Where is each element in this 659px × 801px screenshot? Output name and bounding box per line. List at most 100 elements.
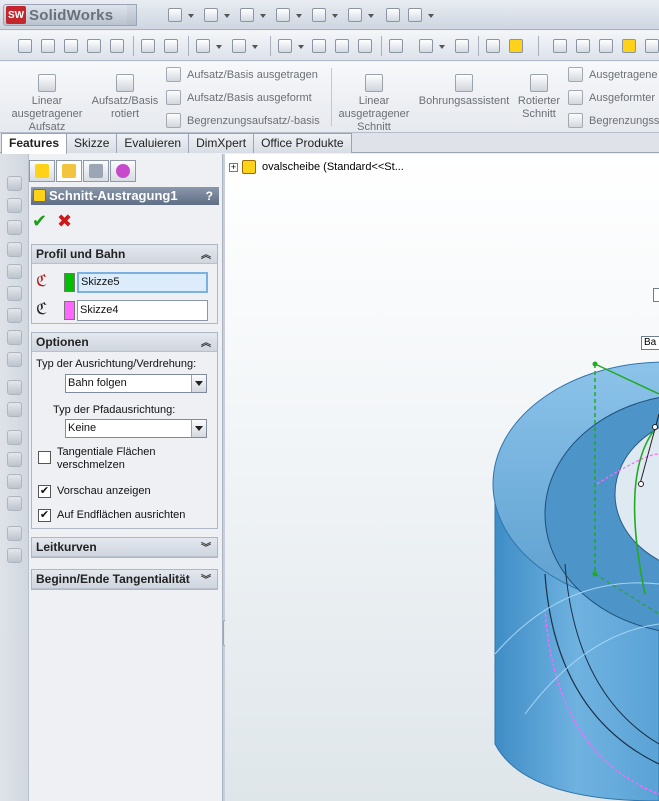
ok-button[interactable]: ✔ xyxy=(32,212,47,230)
tab-dimxpert[interactable]: DimXpert xyxy=(188,133,255,153)
loft-shortcut-icon[interactable] xyxy=(7,242,22,257)
guide-curves-group[interactable]: Leitkurven ︾ xyxy=(31,537,218,558)
properties-icon[interactable] xyxy=(87,39,101,53)
sketch-icon[interactable] xyxy=(335,39,349,53)
select-dropdown-icon[interactable] xyxy=(368,14,374,18)
grid-icon[interactable] xyxy=(645,39,659,53)
expand-chevron-icon[interactable]: ︾ xyxy=(201,571,211,590)
profile-path-group-header[interactable]: Profil und Bahn ︽ xyxy=(32,245,217,264)
options-group-header[interactable]: Optionen ︽ xyxy=(32,333,217,352)
new-dropdown-icon[interactable] xyxy=(188,14,194,18)
guide-curves-group-header[interactable]: Leitkurven ︾ xyxy=(32,538,217,557)
make-drawing-icon[interactable] xyxy=(110,39,124,53)
graphics-area[interactable]: + ovalscheibe (Standard<<St... Ba xyxy=(225,154,659,801)
select-icon[interactable] xyxy=(348,8,362,22)
rib-shortcut-icon[interactable] xyxy=(7,352,22,367)
dimxpert-manager-tab[interactable] xyxy=(110,160,136,182)
rebuild-icon[interactable] xyxy=(386,8,400,22)
revolve-shortcut-icon[interactable] xyxy=(7,198,22,213)
open-file-icon[interactable] xyxy=(41,39,55,53)
chevron-down-icon[interactable] xyxy=(191,375,206,392)
lock-icon[interactable] xyxy=(622,39,636,53)
menu-expand-arrow[interactable] xyxy=(127,4,137,26)
redo-dropdown-icon[interactable] xyxy=(252,45,258,49)
orientation-select[interactable]: Bahn folgen xyxy=(65,374,207,393)
swept-boss-button[interactable]: Aufsatz/Basis ausgetragen xyxy=(166,67,318,82)
reference-geometry-icon[interactable] xyxy=(419,39,433,53)
macro-icon[interactable] xyxy=(553,39,567,53)
filter-icon[interactable] xyxy=(312,39,326,53)
tab-office-products[interactable]: Office Produkte xyxy=(253,133,352,153)
sweep-shortcut-icon[interactable] xyxy=(7,220,22,235)
list-icon[interactable] xyxy=(486,39,500,53)
help-button[interactable]: ? xyxy=(206,187,213,205)
save-dropdown-icon[interactable] xyxy=(260,14,266,18)
redo-icon[interactable] xyxy=(232,39,246,53)
pointer-dropdown-icon[interactable] xyxy=(298,45,304,49)
new-icon[interactable] xyxy=(18,39,32,53)
print-icon[interactable] xyxy=(276,8,290,22)
toolbox-icon[interactable] xyxy=(576,39,590,53)
profile-field[interactable]: Skizze5 xyxy=(77,272,208,293)
draft-shortcut-icon[interactable] xyxy=(7,402,22,417)
merge-tangent-faces-checkbox[interactable] xyxy=(38,451,51,464)
rebuild-toolbar-icon[interactable] xyxy=(358,39,372,53)
wrap-shortcut-icon[interactable] xyxy=(7,496,22,511)
print-preview-icon[interactable] xyxy=(164,39,178,53)
tab-evaluate[interactable]: Evaluieren xyxy=(116,133,190,153)
mirror-shortcut-icon[interactable] xyxy=(7,452,22,467)
print-file-icon[interactable] xyxy=(141,39,155,53)
chevron-down-icon[interactable] xyxy=(191,420,206,437)
property-manager-tab[interactable] xyxy=(56,160,82,182)
undo-dropdown-icon[interactable] xyxy=(332,14,338,18)
shell-shortcut-icon[interactable] xyxy=(7,380,22,395)
print-dropdown-icon[interactable] xyxy=(296,14,302,18)
show-preview-checkbox[interactable]: ✔ xyxy=(38,485,51,498)
fillet-shortcut-icon[interactable] xyxy=(7,308,22,323)
measure-icon[interactable] xyxy=(389,39,403,53)
open-dropdown-icon[interactable] xyxy=(224,14,230,18)
chamfer-shortcut-icon[interactable] xyxy=(7,330,22,345)
solidworks-logo[interactable]: SW SolidWorks xyxy=(3,4,131,26)
lofted-cut-button[interactable]: Ausgeformter xyxy=(568,90,655,105)
align-with-end-faces-checkbox[interactable]: ✔ xyxy=(38,509,51,522)
revolved-boss-button[interactable]: Aufsatz/Basis rotiert xyxy=(88,74,162,121)
start-end-tangency-group-header[interactable]: Beginn/Ende Tangentialität ︾ xyxy=(32,570,217,589)
lofted-boss-button[interactable]: Aufsatz/Basis ausgeformt xyxy=(166,90,312,105)
undo-toolbar-dropdown-icon[interactable] xyxy=(216,45,222,49)
boundary-cut-button[interactable]: Begrenzungss xyxy=(568,113,659,128)
path-field[interactable]: Skizze4 xyxy=(77,300,208,321)
options-dropdown-icon[interactable] xyxy=(428,14,434,18)
save-file-icon[interactable] xyxy=(64,39,78,53)
cancel-button[interactable]: ✖ xyxy=(57,212,72,230)
path-alignment-select[interactable]: Keine xyxy=(65,419,207,438)
options-icon[interactable] xyxy=(408,8,422,22)
extrude-shortcut-icon[interactable] xyxy=(7,176,22,191)
curve-shortcut-icon[interactable] xyxy=(7,548,22,563)
start-end-tangency-group[interactable]: Beginn/Ende Tangentialität ︾ xyxy=(31,569,218,590)
tab-features[interactable]: Features xyxy=(1,133,68,154)
collapse-chevron-icon[interactable]: ︽ xyxy=(201,246,211,265)
model-viewport[interactable] xyxy=(225,154,659,801)
design-library-icon[interactable] xyxy=(599,39,613,53)
help-icon[interactable] xyxy=(509,39,523,53)
pattern-shortcut-icon[interactable] xyxy=(7,430,22,445)
save-icon[interactable] xyxy=(240,8,254,22)
tab-sketch[interactable]: Skizze xyxy=(66,133,118,153)
undo-toolbar-icon[interactable] xyxy=(196,39,210,53)
new-document-icon[interactable] xyxy=(168,8,182,22)
feature-manager-tab[interactable] xyxy=(29,160,55,182)
undo-icon[interactable] xyxy=(312,8,326,22)
open-icon[interactable] xyxy=(204,8,218,22)
boundary-shortcut-icon[interactable] xyxy=(7,264,22,279)
hole-wizard-button[interactable]: Bohrungsassistent xyxy=(416,74,512,108)
linear-extruded-boss-button[interactable]: Linear ausgetragener Aufsatz xyxy=(8,74,86,134)
pointer-icon[interactable] xyxy=(278,39,292,53)
reference-plane-shortcut-icon[interactable] xyxy=(7,526,22,541)
swept-cut-button[interactable]: Ausgetragene xyxy=(568,67,658,82)
reference-dropdown-icon[interactable] xyxy=(439,45,445,49)
collapse-chevron-icon[interactable]: ︽ xyxy=(201,334,211,353)
cut-shortcut-icon[interactable] xyxy=(7,286,22,301)
revolved-cut-button[interactable]: Rotierter Schnitt xyxy=(513,74,565,121)
curves-icon[interactable] xyxy=(455,39,469,53)
